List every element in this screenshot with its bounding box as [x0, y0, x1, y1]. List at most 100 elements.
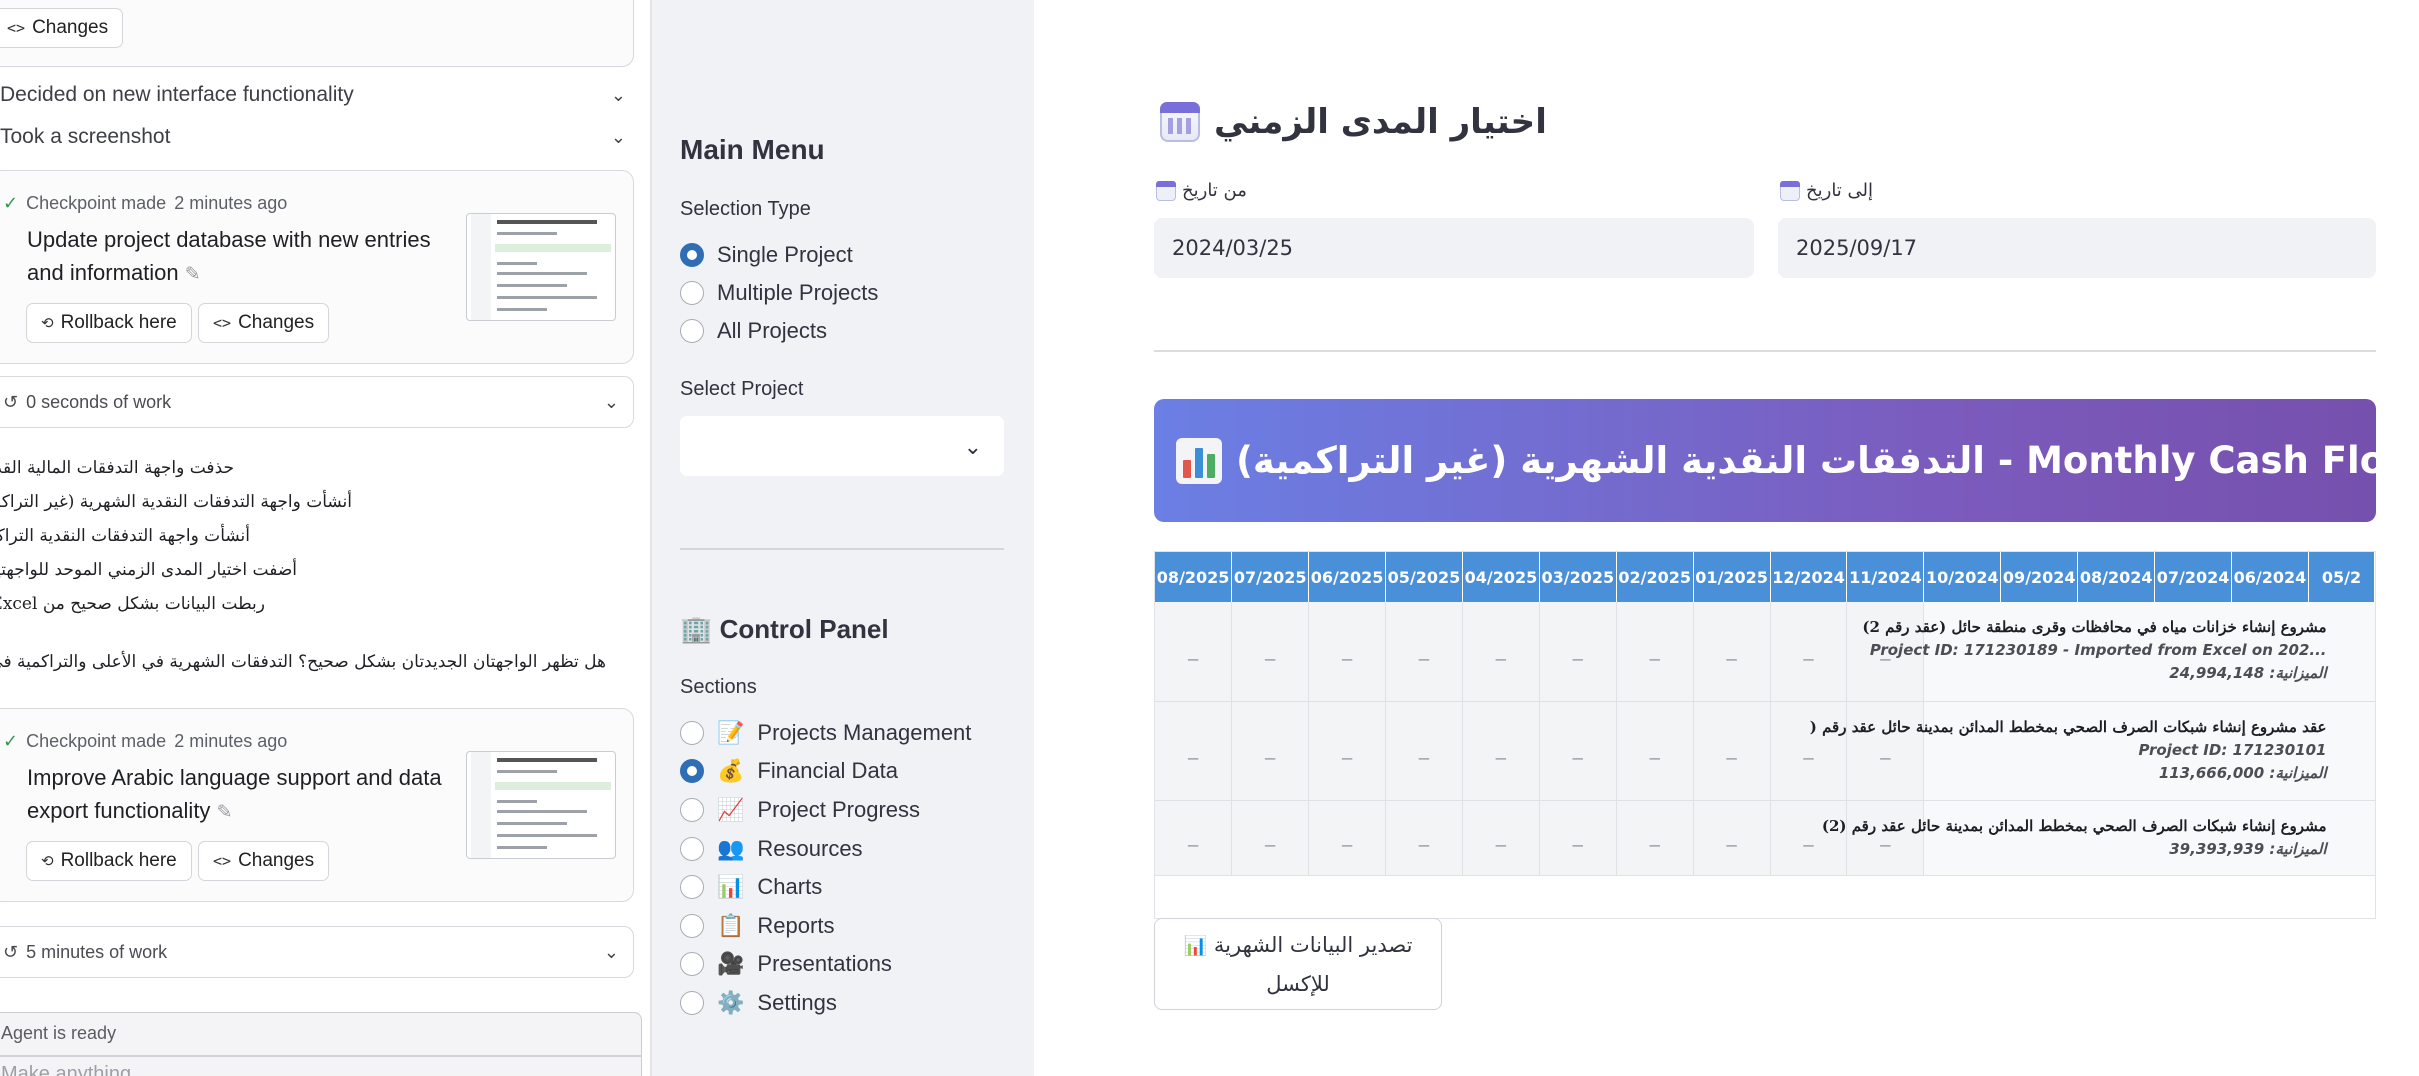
month-header: 06/2024 [2231, 552, 2309, 602]
checkpoint-title: Improve Arabic language support and data… [27, 765, 442, 823]
project-name: عقد مشروع إنشاء شبكات الصرف الصحي بمخطط … [1809, 717, 2327, 736]
pencil-icon[interactable]: ✎ [217, 802, 233, 823]
chevron-down-icon: ⌄ [610, 84, 626, 105]
memo-icon: 📝 [717, 720, 745, 745]
bar-chart-icon [1176, 437, 1222, 484]
changes-button[interactable]: <> Changes [0, 8, 124, 48]
work-duration-row[interactable]: ↺ 5 minutes of work ⌄ [0, 926, 634, 978]
table-row: _ _ _ _ _ _ _ _ _ _ مشروع إنشاء شبكات الصرف الصحي … [1155, 800, 2375, 876]
month-value-cell: _ [1693, 800, 1771, 876]
gear-icon: ⚙️ [717, 990, 745, 1015]
month-value-cell: _ [1155, 701, 1233, 801]
project-select[interactable]: ⌄ [680, 416, 1004, 476]
chevron-down-icon: ⌄ [603, 941, 619, 962]
month-value-cell: _ [1308, 602, 1387, 702]
people-icon: 👥 [717, 836, 745, 861]
month-value-cell: _ [1616, 701, 1694, 801]
main-content: اختيار المدى الزمني من تاريخ 2024/03/25 … [1034, 0, 2419, 1076]
select-project-label: Select Project [680, 378, 804, 400]
month-value-cell: _ [1616, 602, 1694, 702]
checkpoint-thumbnail[interactable] [466, 213, 616, 321]
month-value-cell: _ [1462, 800, 1540, 876]
project-name: مشروع إنشاء شبكات الصرف الصحي بمخطط المد… [1821, 816, 2327, 835]
radio-button[interactable] [680, 721, 704, 745]
pencil-icon[interactable]: ✎ [185, 264, 201, 285]
month-header: 05/2 [2308, 552, 2375, 602]
history-icon: ⟲ [41, 314, 54, 332]
radio-button[interactable] [680, 319, 704, 343]
rollback-button[interactable]: ⟲ Rollback here [26, 303, 192, 343]
selection-type-label: Selection Type [680, 198, 811, 220]
radio-all-projects[interactable]: All Projects [680, 318, 827, 344]
history-icon: ⟲ [41, 852, 54, 870]
control-panel-heading: 🏢 Control Panel [680, 614, 889, 644]
month-header: 06/2025 [1308, 552, 1387, 602]
month-header: 02/2025 [1616, 552, 1694, 602]
radio-button[interactable] [680, 759, 704, 783]
radio-button[interactable] [680, 952, 704, 976]
month-value-cell: _ [1462, 602, 1540, 702]
changes-button[interactable]: <> Changes [198, 841, 330, 881]
section-financial-data[interactable]: 💰 Financial Data [680, 758, 898, 784]
month-header: 08/2025 [1155, 552, 1233, 602]
section-resources[interactable]: 👥 Resources [680, 836, 863, 862]
camera-icon: 🎥 [717, 951, 745, 976]
radio-button[interactable] [680, 837, 704, 861]
month-header: 03/2025 [1539, 552, 1617, 602]
money-bag-icon: 💰 [717, 758, 745, 783]
project-info-cell: عقد مشروع إنشاء شبكات الصرف الصحي بمخطط … [1810, 701, 2375, 801]
bar-chart-icon: 📊 [1183, 934, 1208, 957]
radio-button[interactable] [680, 991, 704, 1015]
month-header: 10/2024 [1923, 552, 2002, 602]
code-icon: <> [7, 19, 26, 37]
agent-status: Agent is ready [1, 1023, 117, 1043]
month-header: 09/2024 [2000, 552, 2079, 602]
project-id: Project ID: 171230101 [2138, 740, 2327, 759]
month-header: 08/2024 [2077, 552, 2156, 602]
radio-button[interactable] [680, 798, 704, 822]
radio-button[interactable] [680, 875, 704, 899]
month-value-cell: _ [1231, 701, 1310, 801]
summary-line: أضفت اختيار المدى الزمني الموحد للواجهتي… [0, 560, 297, 580]
radio-button[interactable] [680, 243, 704, 267]
chevron-down-icon: ⌄ [610, 126, 626, 147]
section-presentations[interactable]: 🎥 Presentations [680, 951, 892, 977]
radio-single-project[interactable]: Single Project [680, 242, 853, 268]
to-date-label: إلى تاريخ [1780, 180, 1873, 201]
section-settings[interactable]: ⚙️ Settings [680, 990, 837, 1016]
to-date-input[interactable]: 2025/09/17 [1778, 218, 2376, 278]
chat-input[interactable]: Make anything... [1, 1063, 148, 1076]
check-circle-icon: ✓ [3, 731, 19, 751]
changes-button[interactable]: <> Changes [198, 303, 330, 343]
table-row: _ _ _ _ _ _ _ _ _ _ مشروع إنشاء خزانات مياه في محا… [1155, 602, 2375, 702]
chart-up-icon: 📈 [717, 797, 745, 822]
radio-button[interactable] [680, 281, 704, 305]
month-value-cell: _ [1385, 602, 1463, 702]
check-circle-icon: ✓ [3, 193, 19, 213]
month-value-cell: _ [1539, 800, 1617, 876]
section-charts[interactable]: 📊 Charts [680, 874, 822, 900]
work-duration-row[interactable]: ↺ 0 seconds of work ⌄ [0, 376, 634, 428]
calendar-icon [1160, 102, 1200, 142]
radio-button[interactable] [680, 914, 704, 938]
month-header: 11/2024 [1846, 552, 1925, 602]
collapsed-step-interface[interactable]: Decided on new interface functionality ⌄ [0, 80, 634, 110]
agent-question: هل تظهر الواجهتان الجديدتان بشكل صحيح؟ ا… [0, 652, 606, 672]
summary-line: ربطت البيانات بشكل صحيح من Excel [0, 594, 265, 614]
from-date-input[interactable]: 2024/03/25 [1154, 218, 1754, 278]
project-name: مشروع إنشاء خزانات مياه في محافظات وقرى … [1862, 618, 2327, 636]
month-header: 05/2025 [1385, 552, 1463, 602]
clipboard-icon: 📋 [717, 913, 745, 938]
section-project-progress[interactable]: 📈 Project Progress [680, 797, 920, 823]
calendar-icon [1780, 180, 1800, 201]
section-reports[interactable]: 📋 Reports [680, 913, 834, 939]
section-projects-management[interactable]: 📝 Projects Management [680, 720, 971, 746]
rollback-button[interactable]: ⟲ Rollback here [26, 841, 192, 881]
checkpoint-thumbnail[interactable] [466, 751, 616, 859]
export-monthly-excel-button[interactable]: تصدير البيانات الشهرية 📊 للإكسل [1154, 918, 1442, 1010]
month-value-cell: _ [1231, 800, 1310, 876]
collapsed-step-screenshot[interactable]: Took a screenshot ⌄ [0, 122, 634, 152]
cash-flow-table[interactable]: 08/2025 07/2025 06/2025 05/2025 04/2025 03/20… [1154, 551, 2376, 919]
checkpoint-title: Update project database with new entries… [27, 227, 431, 285]
radio-multiple-projects[interactable]: Multiple Projects [680, 280, 878, 306]
